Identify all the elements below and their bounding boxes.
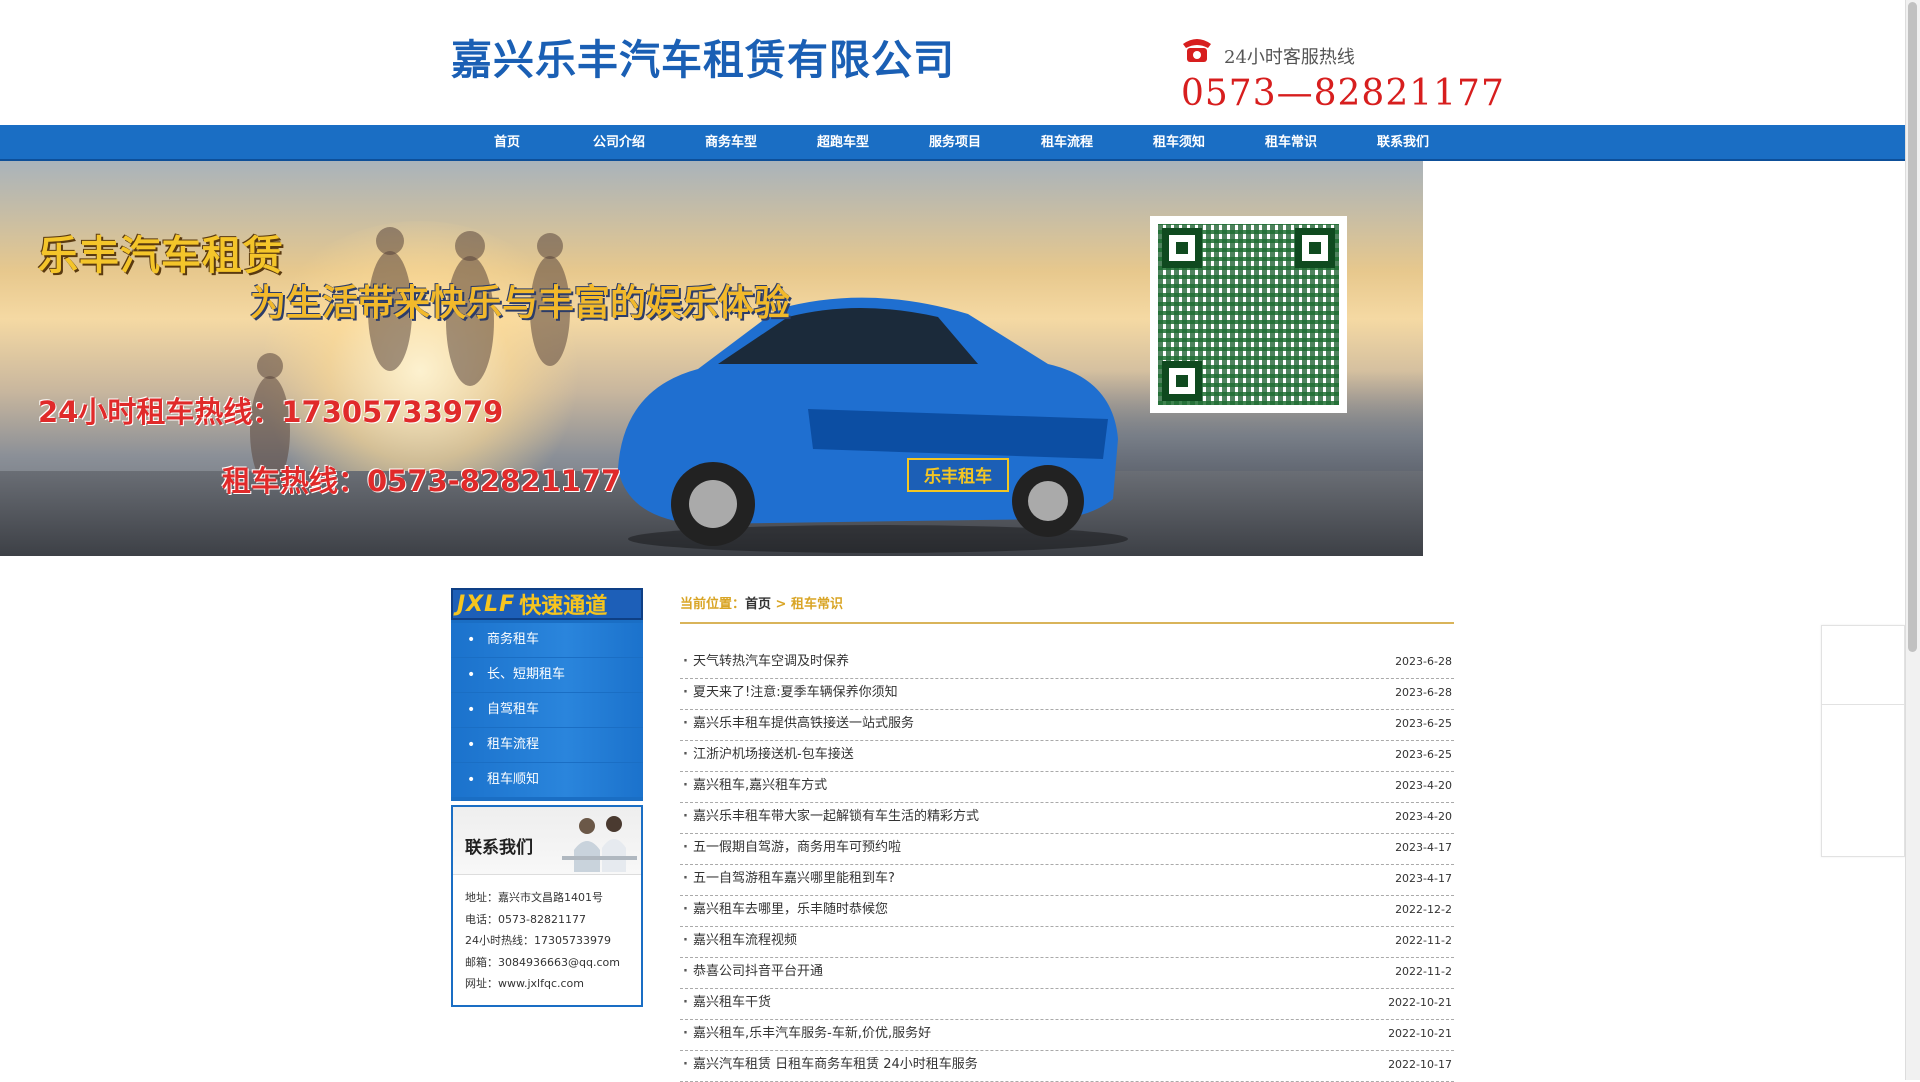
quick-link-rental-process[interactable]: 租车流程 bbox=[451, 728, 643, 762]
breadcrumb-label: 当前位置： bbox=[680, 597, 746, 612]
main-nav: 首页 公司介绍 商务车型 超跑车型 服务项目 租车流程 租车须知 租车常识 联系… bbox=[0, 125, 1905, 161]
news-item[interactable]: 嘉兴租车去哪里，乐丰随时恭候您 2022-12-2 bbox=[680, 896, 1454, 927]
quick-link-self-drive[interactable]: 自驾租车 bbox=[451, 693, 643, 727]
news-date: 2022-10-21 bbox=[1388, 1027, 1452, 1040]
news-date: 2023-6-25 bbox=[1395, 748, 1452, 761]
news-item[interactable]: 嘉兴汽车租赁 日租车商务车租赁 24小时租车服务 2022-10-17 bbox=[680, 1051, 1454, 1082]
news-date: 2022-10-21 bbox=[1388, 996, 1452, 1009]
banner-24h-hotline: 24小时租车热线：17305733979 bbox=[38, 395, 504, 429]
nav-business-cars[interactable]: 商务车型 bbox=[675, 125, 787, 161]
banner-hotline: 租车热线：0573-82821177 bbox=[222, 464, 622, 498]
news-title[interactable]: 江浙沪机场接送机-包车接送 bbox=[680, 741, 854, 771]
news-item[interactable]: 五一假期自驾游，商务用车可预约啦 2023-4-17 bbox=[680, 834, 1454, 865]
breadcrumb-home[interactable]: 首页 bbox=[745, 597, 771, 612]
news-title[interactable]: 嘉兴乐丰租车提供高铁接送一站式服务 bbox=[680, 710, 914, 740]
news-title[interactable]: 嘉兴租车去哪里，乐丰随时恭候您 bbox=[680, 896, 888, 926]
news-title[interactable]: 嘉兴汽车租赁 日租车商务车租赁 24小时租车服务 bbox=[680, 1051, 978, 1081]
nav-home[interactable]: 首页 bbox=[451, 125, 563, 161]
news-item[interactable]: 嘉兴乐丰租车提供高铁接送一站式服务 2023-6-25 bbox=[680, 710, 1454, 741]
news-item[interactable]: 嘉兴租车,嘉兴租车方式 2023-4-20 bbox=[680, 772, 1454, 803]
nav-supercars[interactable]: 超跑车型 bbox=[787, 125, 899, 161]
news-date: 2023-6-28 bbox=[1395, 655, 1452, 668]
floating-side-panel[interactable] bbox=[1821, 625, 1906, 857]
news-item[interactable]: 嘉兴租车流程视频 2022-11-2 bbox=[680, 927, 1454, 958]
news-title[interactable]: 五一自驾游租车嘉兴哪里能租到车? bbox=[680, 865, 895, 895]
hotline-number: 0573—82821177 bbox=[1181, 73, 1505, 114]
news-date: 2023-4-17 bbox=[1395, 841, 1452, 854]
contact-website: 网址：www.jxlfqc.com bbox=[465, 977, 584, 990]
news-title[interactable]: 嘉兴租车流程视频 bbox=[680, 927, 797, 957]
car-plate-text: 乐丰租车 bbox=[924, 466, 992, 487]
news-date: 2023-4-17 bbox=[1395, 872, 1452, 885]
news-item[interactable]: 嘉兴乐丰租车带大家一起解锁有车生活的精彩方式 2023-4-20 bbox=[680, 803, 1454, 834]
contact-title: 联系我们 bbox=[465, 838, 533, 858]
news-item[interactable]: 五一自驾游租车嘉兴哪里能租到车? 2023-4-17 bbox=[680, 865, 1454, 896]
hotline-label: 24小时客服热线 bbox=[1224, 47, 1355, 68]
nav-rental-process[interactable]: 租车流程 bbox=[1011, 125, 1123, 161]
news-date: 2023-6-25 bbox=[1395, 717, 1452, 730]
breadcrumb-divider bbox=[680, 622, 1454, 624]
nav-contact[interactable]: 联系我们 bbox=[1347, 125, 1459, 161]
news-date: 2022-12-2 bbox=[1395, 903, 1452, 916]
breadcrumb-separator: > bbox=[771, 597, 791, 612]
news-item[interactable]: 夏天来了!注意:夏季车辆保养你须知 2023-6-28 bbox=[680, 679, 1454, 710]
phone-icon bbox=[1183, 39, 1211, 62]
news-title[interactable]: 五一假期自驾游，商务用车可预约啦 bbox=[680, 834, 901, 864]
news-title[interactable]: 恭喜公司抖音平台开通 bbox=[680, 958, 823, 988]
scrollbar-thumb[interactable] bbox=[1908, 2, 1917, 652]
contact-address: 地址：嘉兴市文昌路1401号 bbox=[465, 891, 603, 904]
nav-rental-tips[interactable]: 租车常识 bbox=[1235, 125, 1347, 161]
sidebar: JXLF 快速通道 商务租车 长、短期租车 自驾租车 租车流程 租车顺知 联系我… bbox=[451, 588, 643, 1007]
news-item[interactable]: 嘉兴租车干货 2022-10-21 bbox=[680, 989, 1454, 1020]
news-item[interactable]: 恭喜公司抖音平台开通 2022-11-2 bbox=[680, 958, 1454, 989]
site-logo[interactable]: 嘉兴乐丰汽车租赁有限公司 bbox=[451, 26, 955, 86]
quick-link-business-rental[interactable]: 商务租车 bbox=[451, 623, 643, 657]
news-date: 2023-4-20 bbox=[1395, 810, 1452, 823]
news-title[interactable]: 嘉兴租车,乐丰汽车服务-车新,价优,服务好 bbox=[680, 1020, 931, 1050]
news-title[interactable]: 嘉兴租车干货 bbox=[680, 989, 771, 1019]
customer-service-image bbox=[562, 816, 637, 872]
wechat-qr-code bbox=[1150, 216, 1347, 413]
contact-email: 邮箱：3084936663@qq.com bbox=[465, 955, 620, 969]
quick-access-title: 快速通道 bbox=[519, 594, 608, 619]
contact-box: 联系我们 地址：嘉兴市文昌路1401号 电话：0573-82821177 24小… bbox=[451, 805, 643, 1007]
breadcrumb: 当前位置：首页 > 租车常识 bbox=[680, 593, 843, 612]
news-title[interactable]: 嘉兴乐丰租车带大家一起解锁有车生活的精彩方式 bbox=[680, 803, 979, 833]
banner-title: 乐丰汽车租赁 bbox=[38, 233, 284, 279]
news-date: 2022-10-17 bbox=[1388, 1058, 1452, 1071]
page-scrollbar[interactable] bbox=[1905, 0, 1920, 1080]
news-title[interactable]: 天气转热汽车空调及时保养 bbox=[680, 648, 849, 678]
news-title[interactable]: 嘉兴租车,嘉兴租车方式 bbox=[680, 772, 827, 802]
news-item[interactable]: 嘉兴租车,乐丰汽车服务-车新,价优,服务好 2022-10-21 bbox=[680, 1020, 1454, 1051]
quick-access-list: 商务租车 长、短期租车 自驾租车 租车流程 租车顺知 bbox=[451, 620, 643, 801]
news-item[interactable]: 天气转热汽车空调及时保养 2023-6-28 bbox=[680, 648, 1454, 679]
quick-link-long-short-rental[interactable]: 长、短期租车 bbox=[451, 658, 643, 692]
quick-access-logo-text: JXLF bbox=[457, 591, 516, 617]
quick-access-header: JXLF 快速通道 bbox=[451, 588, 643, 620]
news-title[interactable]: 夏天来了!注意:夏季车辆保养你须知 bbox=[680, 679, 898, 709]
site-header: 嘉兴乐丰汽车租赁有限公司 24小时客服热线 0573—82821177 bbox=[0, 0, 1905, 125]
news-date: 2022-11-2 bbox=[1395, 965, 1452, 978]
news-date: 2023-4-20 bbox=[1395, 779, 1452, 792]
news-date: 2022-11-2 bbox=[1395, 934, 1452, 947]
news-list: 天气转热汽车空调及时保养 2023-6-28 夏天来了!注意:夏季车辆保养你须知 2… bbox=[680, 648, 1454, 1082]
nav-services[interactable]: 服务项目 bbox=[899, 125, 1011, 161]
floating-panel-divider bbox=[1822, 704, 1906, 705]
news-date: 2023-6-28 bbox=[1395, 686, 1452, 699]
breadcrumb-current[interactable]: 租车常识 bbox=[791, 597, 843, 612]
contact-24h-hotline: 24小时热线：17305733979 bbox=[465, 934, 611, 947]
nav-about[interactable]: 公司介绍 bbox=[563, 125, 675, 161]
news-item[interactable]: 江浙沪机场接送机-包车接送 2023-6-25 bbox=[680, 741, 1454, 772]
nav-rental-notice[interactable]: 租车须知 bbox=[1123, 125, 1235, 161]
quick-link-rental-notice[interactable]: 租车顺知 bbox=[451, 763, 643, 797]
hero-banner: 乐丰租车 乐丰汽车租赁 为生活带来快乐与丰富的娱乐体验 24小时租车热线：173… bbox=[0, 161, 1423, 556]
contact-phone: 电话：0573-82821177 bbox=[465, 912, 586, 926]
banner-slogan: 为生活带来快乐与丰富的娱乐体验 bbox=[250, 283, 791, 324]
